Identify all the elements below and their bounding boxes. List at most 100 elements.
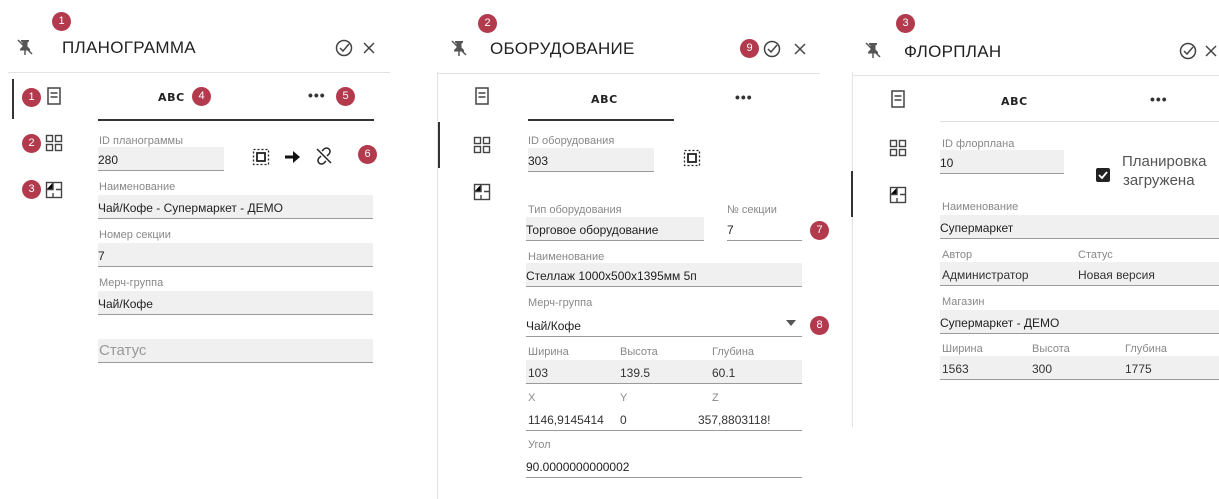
checkbox-checked-icon[interactable]	[1096, 168, 1110, 182]
section-label: № секции	[727, 204, 777, 216]
active-tab-indicator	[12, 79, 14, 119]
annotation-badge: 8	[810, 316, 829, 335]
depth-value[interactable]: 1775	[1125, 362, 1152, 376]
type-label: Тип оборудования	[528, 204, 622, 216]
select-region-icon[interactable]	[252, 148, 270, 166]
section-label: Номер секции	[99, 229, 171, 241]
close-icon[interactable]	[1204, 44, 1218, 58]
active-tab-indicator	[851, 171, 853, 217]
floorplan-icon[interactable]	[473, 183, 491, 201]
author-value[interactable]: Администратор	[942, 268, 1029, 282]
type-field[interactable]: Торговое оборудование	[526, 217, 704, 241]
name-label: Наименование	[942, 201, 1019, 213]
close-icon[interactable]	[793, 42, 807, 56]
confirm-check-icon[interactable]	[763, 40, 781, 58]
status-placeholder: Статус	[99, 342, 147, 359]
merch-label: Мерч-группа	[99, 277, 164, 289]
x-value[interactable]: 1146,9145414	[528, 413, 614, 427]
depth-label: Глубина	[1125, 343, 1168, 355]
z-value[interactable]: 357,8803118!	[698, 413, 802, 427]
unpin-icon[interactable]	[16, 38, 34, 56]
panel-title: ФЛОРПЛАН	[904, 42, 1002, 61]
width-value[interactable]: 1563	[942, 362, 969, 376]
status-label: Статус	[1078, 249, 1113, 261]
height-value[interactable]: 300	[1032, 362, 1052, 376]
store-label: Магазин	[942, 296, 985, 308]
name-field[interactable]: Супермаркет	[940, 215, 1219, 239]
status-value[interactable]: Новая версия	[1078, 268, 1155, 282]
id-field[interactable]: 280	[98, 147, 224, 171]
annotation-badge: 2	[478, 14, 497, 33]
loaded-label-line2: загружена	[1123, 172, 1195, 189]
name-field[interactable]: Чай/Кофе - Супермаркет - ДЕМО	[98, 195, 373, 219]
z-label: Z	[712, 392, 719, 404]
store-field[interactable]: Супермаркет - ДЕМО	[940, 310, 1219, 334]
form-icon[interactable]	[474, 87, 490, 105]
angle-label: Угол	[528, 439, 551, 451]
width-label: Ширина	[942, 343, 983, 355]
tab-more[interactable]: •••	[1150, 91, 1168, 107]
panel-title: ОБОРУДОВАНИЕ	[490, 39, 635, 58]
annotation-badge: 1	[52, 12, 71, 31]
annotation-badge: 4	[192, 87, 211, 106]
dropdown-arrow-icon[interactable]	[786, 320, 796, 326]
active-tab-underline	[528, 119, 674, 121]
tab-abc[interactable]: ABC	[591, 93, 618, 106]
form-icon[interactable]	[46, 87, 62, 105]
section-field[interactable]: 7	[98, 243, 373, 267]
confirm-check-icon[interactable]	[1179, 42, 1197, 60]
annotation-badge: 7	[810, 221, 829, 240]
tab-more[interactable]: •••	[308, 87, 326, 103]
id-field[interactable]: 10	[940, 150, 1064, 174]
section-field[interactable]: 7	[727, 217, 802, 241]
width-value[interactable]: 103	[528, 366, 548, 380]
unpin-icon[interactable]	[450, 39, 468, 57]
grid-icon[interactable]	[473, 136, 491, 154]
tab-abc[interactable]: ABC	[158, 91, 185, 104]
arrow-right-icon	[285, 151, 300, 163]
active-tab-underline	[98, 119, 374, 121]
select-region-icon[interactable]	[683, 149, 701, 167]
width-label: Ширина	[528, 346, 569, 358]
tab-abc[interactable]: ABC	[1001, 95, 1028, 108]
form-icon[interactable]	[890, 90, 906, 108]
height-label: Высота	[620, 346, 658, 358]
header-divider	[438, 73, 820, 74]
annotation-badge: 9	[740, 39, 759, 58]
id-label: ID оборудования	[528, 135, 615, 147]
annotation-badge: 3	[22, 180, 41, 199]
id-label: ID флорплана	[942, 138, 1015, 150]
loaded-label: Планировка	[1122, 153, 1207, 170]
grid-icon[interactable]	[889, 139, 907, 157]
tab-more[interactable]: •••	[735, 89, 753, 105]
merch-field[interactable]: Чай/Кофе	[98, 291, 373, 315]
unpin-icon[interactable]	[864, 41, 882, 59]
confirm-check-icon[interactable]	[335, 39, 353, 57]
tab-underline	[940, 121, 1219, 122]
merch-select[interactable]: Чай/Кофе	[526, 313, 802, 337]
x-label: X	[528, 392, 536, 404]
name-field[interactable]: Стеллаж 1000x500x1395мм 5п	[526, 263, 802, 287]
merch-label: Мерч-группа	[528, 297, 593, 309]
close-icon[interactable]	[362, 41, 376, 55]
author-label: Автор	[942, 249, 973, 261]
id-field[interactable]: 303	[528, 148, 654, 172]
angle-field[interactable]: 90.0000000000002	[526, 454, 802, 478]
id-label: ID планограммы	[99, 135, 184, 147]
name-label: Наименование	[99, 181, 176, 193]
floorplan-icon[interactable]	[889, 186, 907, 204]
planogram-panel: 1 ПЛАНОГРАММА 1 2 3 ABC 4 ••• 5 ID плано…	[0, 0, 400, 499]
annotation-badge: 3	[896, 14, 915, 33]
annotation-badge: 5	[336, 87, 355, 106]
dimensions-row	[940, 356, 1219, 380]
header-divider	[8, 72, 390, 73]
y-value[interactable]: 0	[620, 413, 627, 427]
unlink-icon[interactable]	[314, 146, 334, 166]
floorplan-icon[interactable]	[45, 181, 63, 199]
active-tab-indicator	[438, 122, 440, 168]
annotation-badge: 2	[22, 134, 41, 153]
height-value[interactable]: 139.5	[620, 366, 650, 380]
grid-icon[interactable]	[45, 134, 63, 152]
depth-value[interactable]: 60.1	[712, 366, 735, 380]
dimensions-row	[526, 360, 802, 384]
